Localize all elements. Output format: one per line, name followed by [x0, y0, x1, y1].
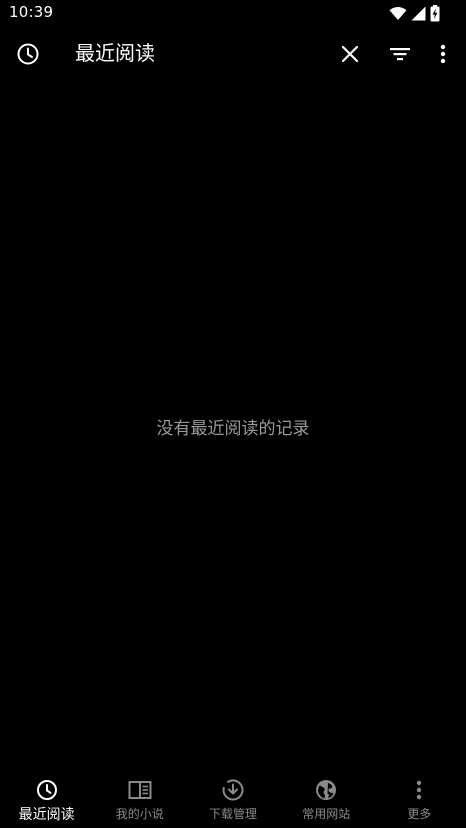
bottom-nav: 最近阅读 我的小说 下载管理 常用网站 更多: [0, 770, 466, 828]
cell-signal-icon: [411, 6, 426, 21]
nav-item-downloads[interactable]: 下载管理: [186, 770, 279, 828]
nav-item-recent-reading[interactable]: 最近阅读: [0, 770, 93, 828]
battery-charging-icon: [430, 4, 440, 22]
filter-icon[interactable]: [386, 40, 414, 68]
download-icon: [221, 778, 245, 802]
nav-item-label: 最近阅读: [18, 807, 75, 823]
wifi-icon: [389, 6, 407, 21]
nav-item-label: 我的小说: [115, 807, 164, 821]
nav-item-label: 下载管理: [209, 807, 258, 821]
history-clock-icon[interactable]: [14, 40, 42, 68]
nav-item-label: 常用网站: [302, 807, 351, 821]
nav-item-my-novels[interactable]: 我的小说: [93, 770, 186, 828]
status-time: 10:39: [9, 3, 54, 21]
page-title: 最近阅读: [75, 41, 155, 65]
nav-item-label: 更多: [407, 807, 432, 821]
status-bar: 10:39: [0, 0, 466, 26]
close-icon[interactable]: [336, 40, 364, 68]
globe-icon: [314, 778, 338, 802]
status-icons: [389, 4, 440, 22]
more-vert-icon: [407, 778, 431, 802]
history-clock-icon: [35, 778, 59, 802]
nav-item-more[interactable]: 更多: [373, 770, 466, 828]
book-icon: [128, 778, 152, 802]
more-vert-icon[interactable]: [429, 40, 457, 68]
app-bar: 最近阅读: [0, 26, 466, 82]
nav-item-common-sites[interactable]: 常用网站: [280, 770, 373, 828]
empty-state-message: 没有最近阅读的记录: [156, 419, 310, 439]
